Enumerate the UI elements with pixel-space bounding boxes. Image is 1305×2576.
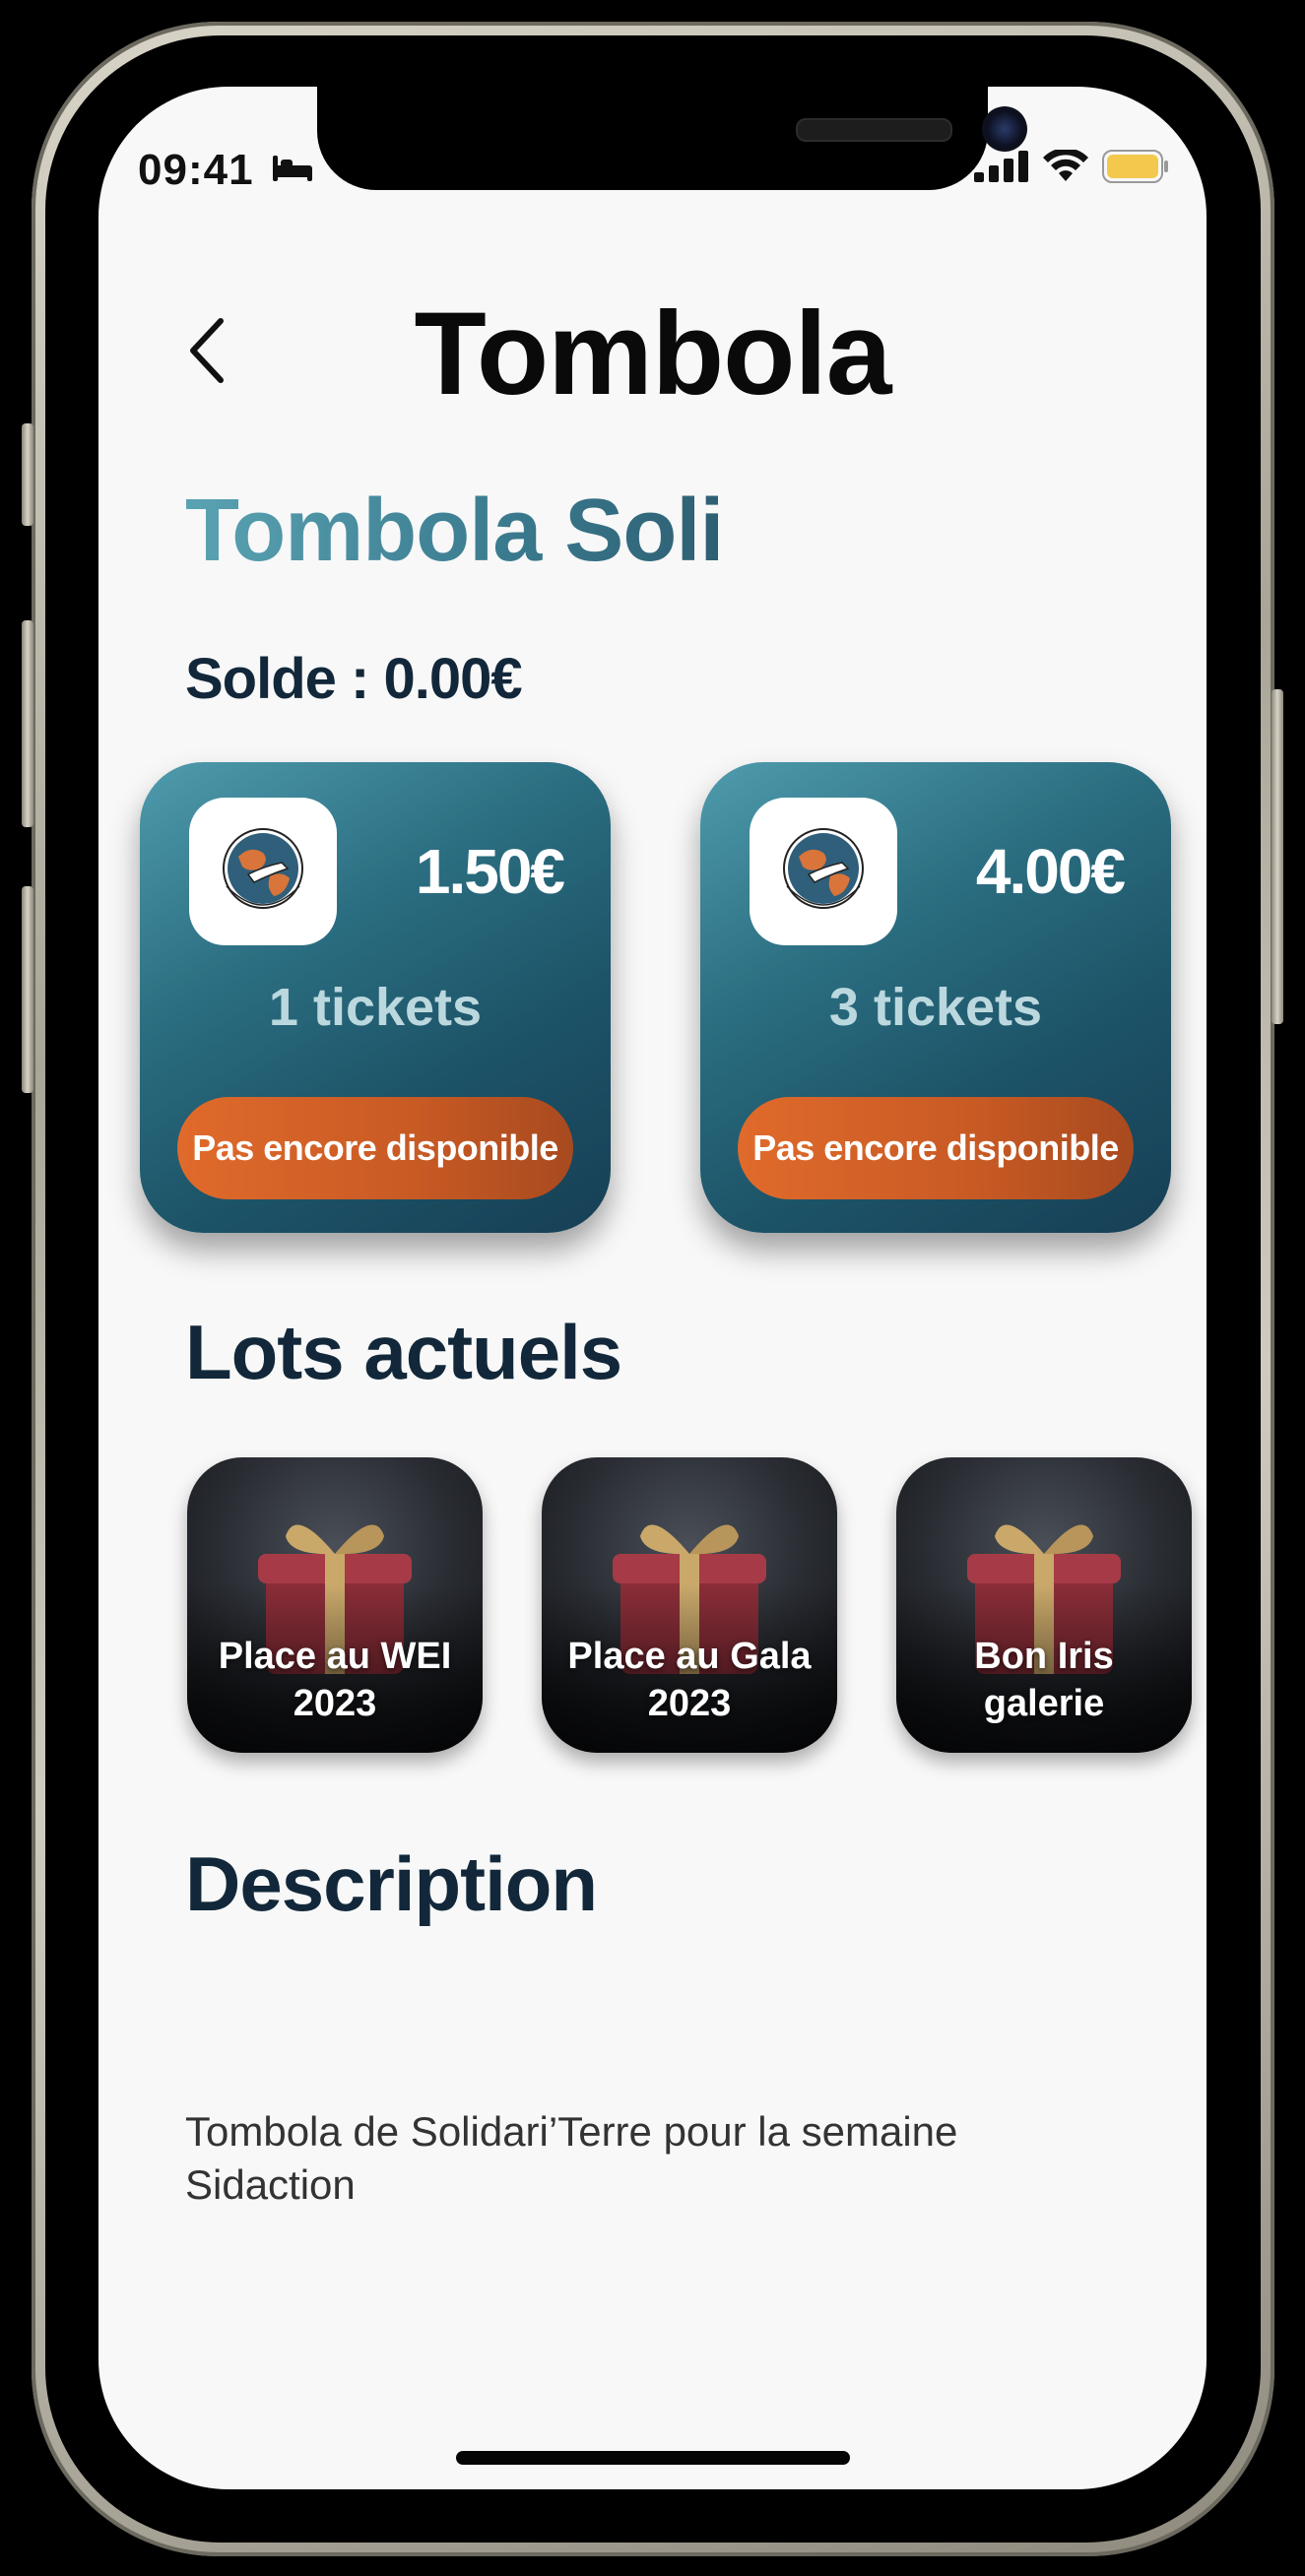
ticket-count: 3 tickets (828, 978, 1043, 1037)
prize-label-line: 2023 (647, 1683, 732, 1724)
ticket-price: 1.50€ (415, 836, 565, 907)
globe-hands-icon (223, 828, 303, 909)
prizes-heading: Lots actuels (185, 1309, 622, 1395)
solidariterre-logo (750, 798, 897, 945)
notch (317, 87, 1027, 190)
cellular-signal-icon (974, 151, 1028, 182)
ticket-pack-card[interactable]: 4.00€ 3 tickets Pas encore disponible (700, 762, 1171, 1233)
prize-label-line: Place au WEI (218, 1636, 452, 1677)
prize-label: Place au WEI 2023 (197, 1633, 473, 1727)
prize-card[interactable]: Place au Gala 2023 (542, 1457, 837, 1753)
buy-tickets-button[interactable]: Pas encore disponible (738, 1097, 1134, 1199)
status-icons (974, 150, 1169, 183)
ticket-pack-card[interactable]: 1.50€ 1 tickets Pas encore disponible (140, 762, 611, 1233)
prize-label-line: Place au Gala (567, 1636, 812, 1677)
solidariterre-logo (189, 798, 337, 945)
ticket-price: 4.00€ (975, 836, 1126, 907)
wifi-icon (1043, 150, 1088, 181)
prize-label: Bon Iris galerie (906, 1633, 1182, 1727)
prize-label: Place au Gala 2023 (552, 1633, 827, 1727)
description-heading: Description (185, 1840, 598, 1927)
home-indicator[interactable] (456, 2451, 850, 2465)
battery-icon (1102, 150, 1168, 183)
prize-label-line: 2023 (293, 1683, 377, 1724)
ticket-count: 1 tickets (268, 978, 483, 1037)
prize-card[interactable]: Bon Iris galerie (896, 1457, 1192, 1753)
front-camera (982, 106, 1027, 152)
globe-hands-icon (783, 828, 864, 909)
speaker-grille (796, 118, 952, 142)
volume-down-button (22, 886, 33, 1093)
buy-tickets-button[interactable]: Pas encore disponible (177, 1097, 573, 1199)
sleep-focus-icon (273, 156, 312, 181)
prize-label-line: Bon Iris (974, 1636, 1114, 1677)
balance-label: Solde : 0.00€ (185, 647, 523, 711)
description-text: Tombola de Solidari’Terre pour la semain… (185, 2108, 958, 2208)
page-title: Tombola (414, 288, 891, 419)
silent-switch (22, 423, 33, 526)
volume-up-button (22, 620, 33, 827)
prize-label-line: galerie (983, 1683, 1105, 1724)
app-screen: 09:41 Tombola Tombola Soli Solde : 0.00€… (98, 87, 1207, 2489)
prize-card[interactable]: Place au WEI 2023 (187, 1457, 483, 1753)
status-time: 09:41 (138, 146, 254, 194)
raffle-name: Tombola Soli (185, 482, 724, 580)
power-button (1272, 689, 1283, 1024)
